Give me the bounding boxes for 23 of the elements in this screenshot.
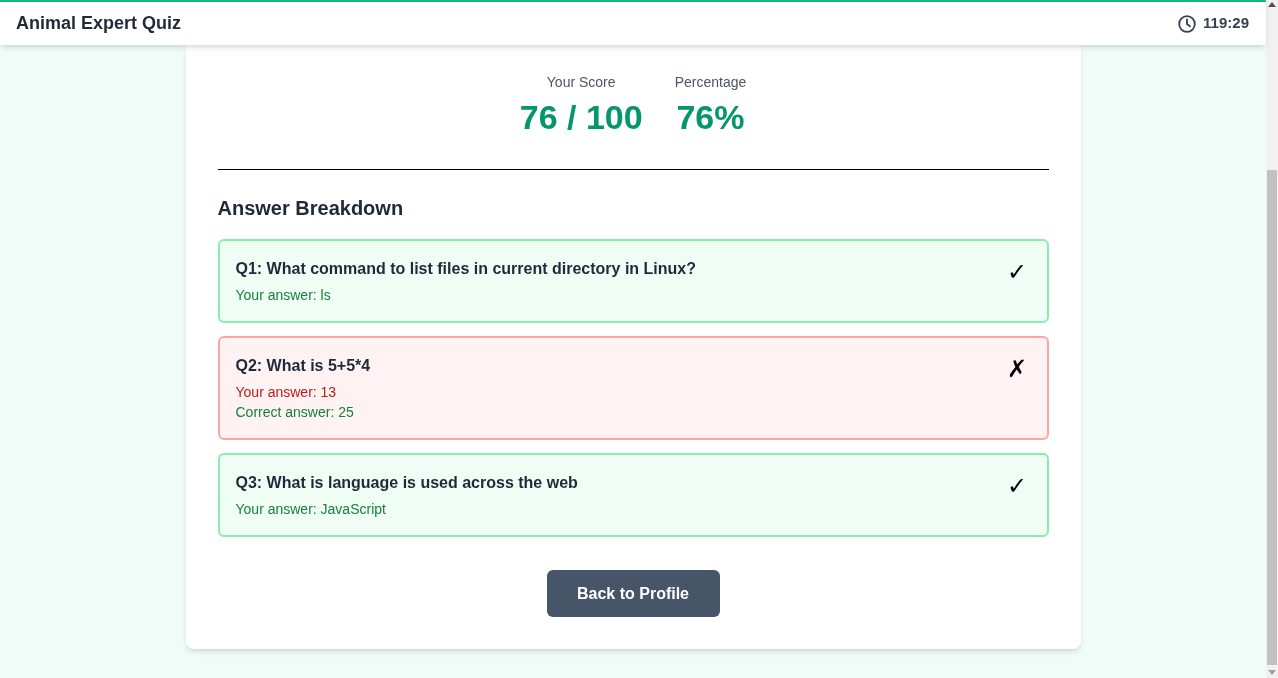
quiz-title: Animal Expert Quiz — [16, 12, 182, 35]
score-label: Your Score — [546, 73, 616, 92]
correct-answer-text: Correct answer: 25 — [235, 403, 355, 422]
scrollbar-thumb[interactable] — [1267, 170, 1277, 665]
question-text: Q2: What is 5+5*4 — [235, 356, 371, 376]
score-value: 76% — [676, 97, 745, 137]
given-answer-text: Your answer: ls — [235, 286, 332, 305]
check-mark: ✓ — [1006, 258, 1027, 286]
section-title: Answer Breakdown — [217, 196, 405, 221]
question-text: Q1: What command to list files in current directory in Linux? — [235, 259, 696, 279]
scrollbar[interactable] — [1266, 0, 1278, 678]
score-label: Percentage — [674, 73, 747, 92]
check-mark: ✓ — [1006, 472, 1027, 500]
score-value: 76 / 100 — [519, 97, 643, 137]
scroll-down-arrow-icon[interactable] — [1268, 670, 1276, 675]
cross-mark: ✗ — [1006, 355, 1027, 383]
given-answer-text: Your answer: 13 — [235, 383, 338, 402]
back-to-profile-button[interactable]: Back to Profile — [546, 570, 720, 617]
clock-icon — [1178, 14, 1197, 33]
given-answer-text: Your answer: JavaScript — [235, 500, 387, 519]
scroll-up-arrow-icon[interactable] — [1268, 2, 1276, 7]
timer: 119:29 — [1203, 13, 1249, 34]
question-text: Q3: What is language is used across the web — [235, 473, 578, 493]
